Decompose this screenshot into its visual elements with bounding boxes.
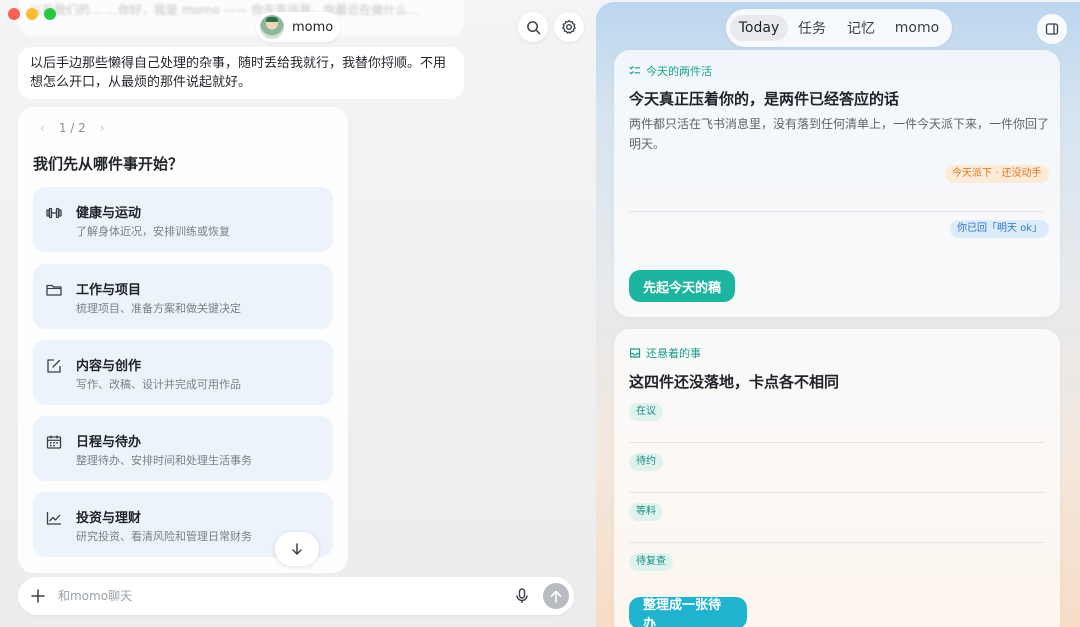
status-badge: 在议 [629, 403, 663, 421]
card-kicker: 今天的两件活 [629, 63, 712, 79]
option-title: 健康与运动 [76, 206, 142, 221]
zoom-window-button[interactable] [44, 8, 56, 20]
option-health[interactable]: 健康与运动 了解身体近况，安排训练或恢复 [33, 187, 333, 252]
panel-tabs: Today 任务 记忆 momo [726, 9, 952, 47]
sidebar-toggle-icon [1045, 23, 1059, 35]
tab-tasks[interactable]: 任务 [790, 15, 834, 41]
inbox-icon [629, 348, 641, 358]
option-content[interactable]: 内容与创作 写作、改稿、设计并完成可用作品 [33, 340, 333, 405]
pager-label: 1 / 2 [58, 121, 86, 135]
chart-line-icon [46, 512, 61, 525]
status-badge: 等料 [629, 503, 663, 521]
send-button[interactable] [543, 583, 569, 609]
make-todo-list-button[interactable]: 整理成一张待办 [629, 597, 747, 627]
option-schedule[interactable]: 日程与待办 整理待办、安排时间和处理生活事务 [33, 416, 333, 481]
search-icon [526, 20, 540, 34]
tab-today[interactable]: Today [730, 15, 788, 41]
card-description: 两件都只活在飞书消息里，没有落到任何清单上，一件今天派下来，一件你回了明天。 [629, 117, 1050, 151]
attach-button[interactable] [26, 584, 50, 608]
today-panel: Today 任务 记忆 momo 今天的两件活 今天真正压着你的，是两件已经答应… [596, 2, 1080, 627]
assistant-message-text: 以后手边那些懒得自己处理的杂事，随时丢给我就行，我替你捋顺。不用想怎么开口，从最… [30, 56, 447, 90]
option-title: 工作与项目 [76, 283, 142, 298]
options-pager: ‹ 1 / 2 › [40, 121, 105, 135]
chat-input[interactable] [58, 586, 478, 606]
card-heading: 这四件还没落地，卡点各不相同 [629, 373, 840, 391]
edit-icon [47, 359, 61, 373]
previous-message: 以后我们的… …你好，我是 momo —— 你先告诉我，你最近在做什么… [18, 0, 464, 36]
assistant-name-pill[interactable]: momo [256, 12, 340, 42]
divider [629, 492, 1044, 493]
tab-memory[interactable]: 记忆 [836, 15, 886, 41]
avatar [260, 15, 284, 39]
divider [629, 211, 1044, 212]
status-badge: 待约 [629, 453, 663, 471]
calendar-icon [46, 435, 62, 449]
card-kicker-text: 还悬着的事 [646, 347, 701, 360]
folder-icon [46, 284, 62, 296]
toggle-panel-button[interactable] [1037, 14, 1067, 44]
close-window-button[interactable] [8, 8, 20, 20]
arrow-up-icon [550, 590, 562, 603]
card-kicker-text: 今天的两件活 [646, 65, 712, 78]
chevron-right-icon[interactable]: › [100, 121, 105, 135]
gear-icon [562, 19, 576, 34]
arrow-down-icon [292, 543, 302, 555]
option-desc: 了解身体近况，安排训练或恢复 [76, 225, 230, 238]
voice-input-button[interactable] [511, 585, 533, 607]
pending-items-card: 还悬着的事 这四件还没落地，卡点各不相同 在议 待约 等料 待复查 整理成一张待… [614, 329, 1060, 627]
option-title: 日程与待办 [76, 435, 142, 450]
option-work[interactable]: 工作与项目 梳理项目、准备方案和做关键决定 [33, 264, 333, 329]
option-title: 内容与创作 [76, 359, 142, 374]
chat-area: 以后我们的… …你好，我是 momo —— 你先告诉我，你最近在做什么… mom… [0, 0, 592, 627]
today-tasks-card: 今天的两件活 今天真正压着你的，是两件已经答应的话 两件都只活在飞书消息里，没有… [614, 50, 1060, 317]
scroll-down-button[interactable] [275, 532, 319, 566]
minimize-window-button[interactable] [26, 8, 38, 20]
app-window: 以后我们的… …你好，我是 momo —— 你先告诉我，你最近在做什么… mom… [0, 0, 1080, 627]
search-button[interactable] [518, 12, 548, 42]
option-desc: 写作、改稿、设计并完成可用作品 [76, 378, 241, 391]
card-kicker: 还悬着的事 [629, 345, 701, 361]
chat-input-bar [18, 577, 574, 615]
dumbbell-icon [46, 207, 62, 219]
checklist-icon [629, 66, 640, 75]
option-desc: 整理待办、安排时间和处理生活事务 [76, 454, 252, 467]
previous-message-text: 以后我们的… …你好，我是 momo —— 你先告诉我，你最近在做什么… [30, 3, 420, 17]
assistant-name: momo [292, 19, 334, 35]
topic-options-card: ‹ 1 / 2 › 我们先从哪件事开始？ 健康与运动 了解身体近况，安排训练或恢… [18, 107, 348, 573]
options-title: 我们先从哪件事开始？ [33, 155, 184, 173]
microphone-icon [516, 588, 528, 603]
option-title: 投资与理财 [76, 511, 142, 526]
card-heading: 今天真正压着你的，是两件已经答应的话 [629, 90, 900, 108]
divider [629, 442, 1044, 443]
status-badge: 待复查 [629, 553, 673, 571]
chevron-left-icon[interactable]: ‹ [40, 121, 45, 135]
tab-momo[interactable]: momo [888, 15, 946, 41]
status-badge: 今天派下 · 还没动手 [945, 165, 1049, 183]
plus-icon [31, 589, 45, 603]
start-draft-button[interactable]: 先起今天的稿 [629, 270, 735, 302]
divider [629, 542, 1044, 543]
option-desc: 研究投资、看清风险和管理日常财务 [76, 530, 252, 543]
status-badge: 你已回「明天 ok」 [950, 220, 1050, 238]
settings-button[interactable] [554, 12, 584, 42]
assistant-message: 以后手边那些懒得自己处理的杂事，随时丢给我就行，我替你捋顺。不用想怎么开口，从最… [18, 47, 464, 99]
option-desc: 梳理项目、准备方案和做关键决定 [76, 302, 241, 315]
window-controls [8, 8, 56, 20]
